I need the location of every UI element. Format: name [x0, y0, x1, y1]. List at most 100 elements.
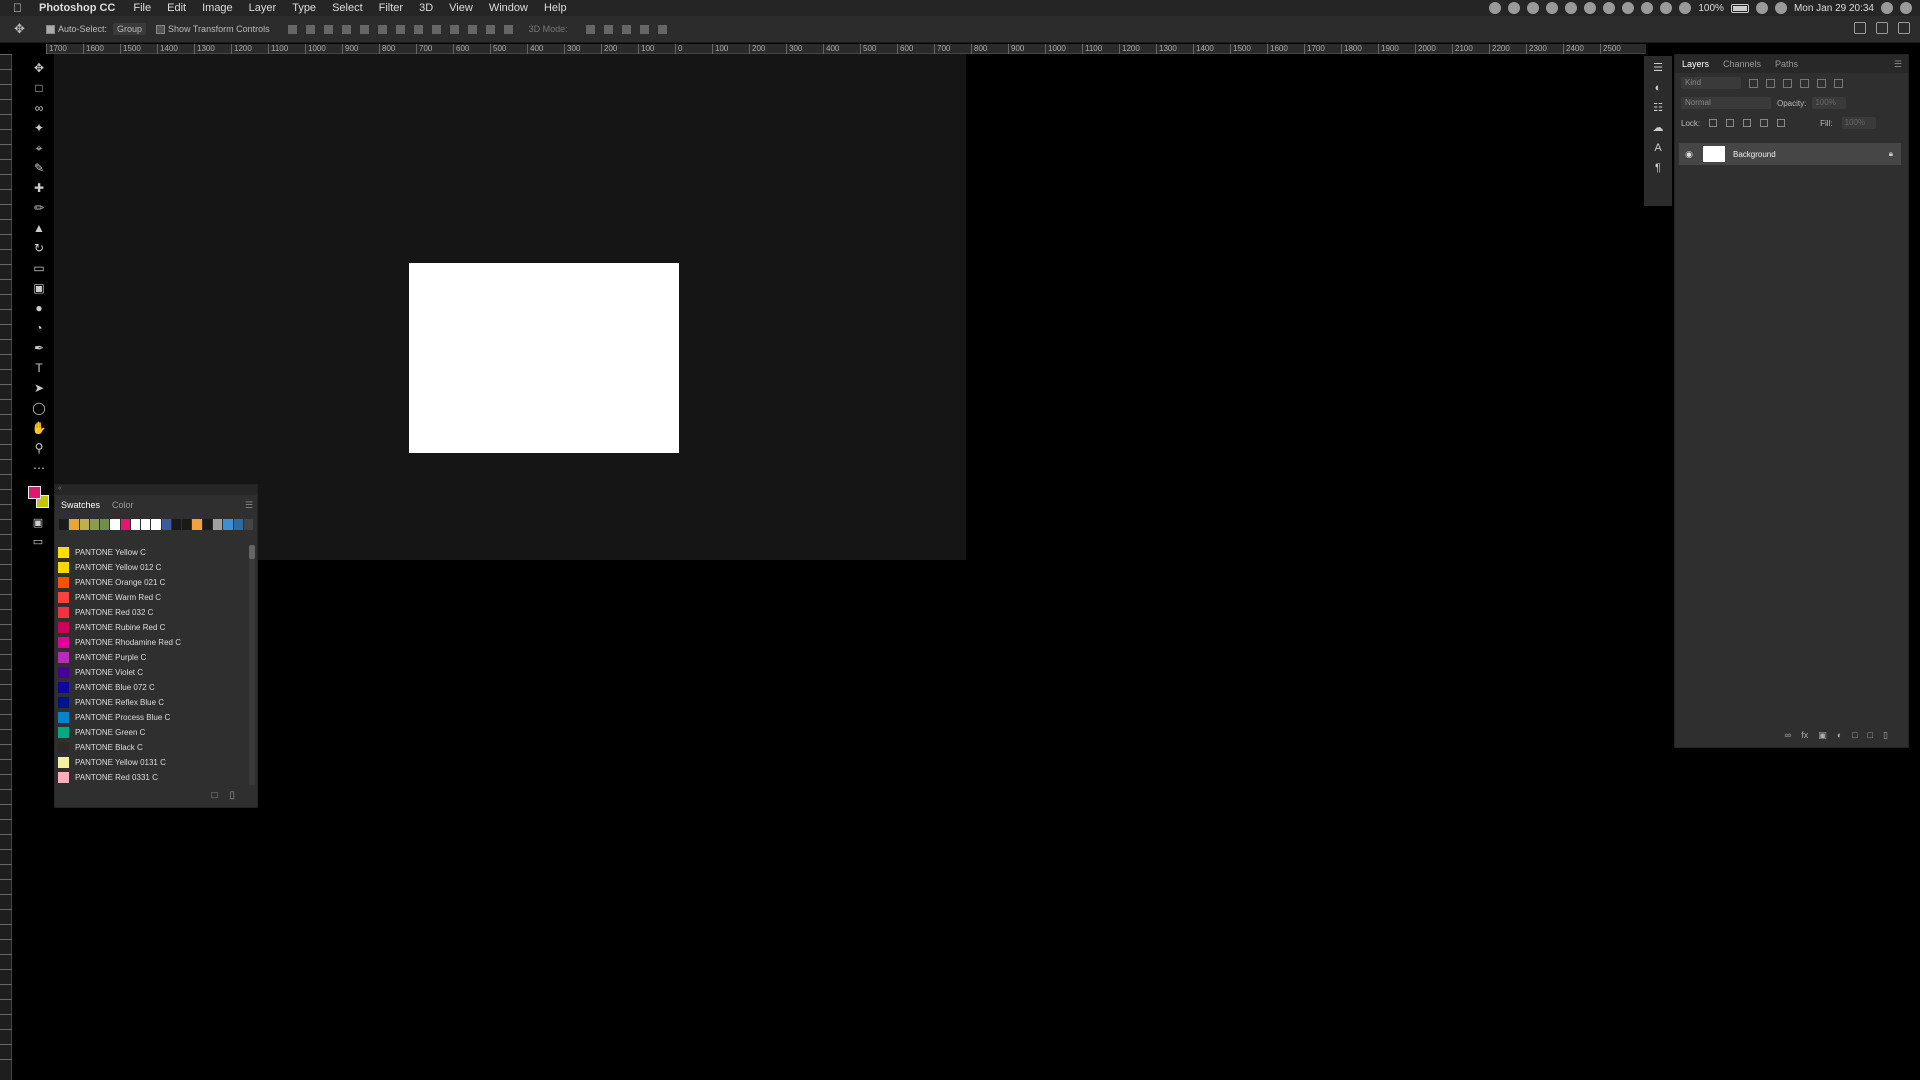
swatch-item[interactable]: PANTONE Orange 021 C: [55, 575, 251, 590]
show-transform-controls-checkbox[interactable]: [156, 24, 166, 34]
layer-row[interactable]: ◉ Background 🔒︎: [1679, 143, 1901, 165]
magic-wand-tool-icon[interactable]: ✦: [30, 120, 48, 136]
hand-tool-icon[interactable]: ✋: [30, 420, 48, 436]
apple-icon[interactable]: : [13, 1, 29, 15]
lasso-tool-icon[interactable]: ∞: [30, 100, 48, 116]
adjustment-layer-icon[interactable]: ◐: [1837, 730, 1842, 741]
menu-edit[interactable]: Edit: [167, 2, 186, 14]
filter-shape-icon[interactable]: [1800, 78, 1809, 88]
recent-swatch[interactable]: [161, 519, 171, 530]
tab-color[interactable]: Color: [106, 500, 140, 510]
time-machine-icon[interactable]: [1660, 2, 1673, 14]
pen-tool-icon[interactable]: ✒: [30, 340, 48, 356]
recent-swatch[interactable]: [171, 519, 182, 530]
filter-type-icon[interactable]: [1783, 78, 1792, 88]
recent-swatch[interactable]: [89, 519, 100, 530]
paragraph-panel-icon[interactable]: ¶: [1651, 162, 1665, 175]
swatch-item[interactable]: PANTONE Black C: [55, 740, 251, 755]
swatch-scrollbar[interactable]: [249, 545, 255, 785]
swatch-item[interactable]: PANTONE Red 0331 C: [55, 770, 251, 785]
swatch-item[interactable]: PANTONE Purple C: [55, 650, 251, 665]
cloud-icon[interactable]: [1508, 2, 1521, 14]
menu-help[interactable]: Help: [544, 2, 567, 14]
app-name[interactable]: Photoshop CC: [39, 2, 115, 14]
swatch-item[interactable]: PANTONE Yellow 012 C: [55, 560, 251, 575]
dodge-tool-icon[interactable]: ◔: [30, 320, 48, 336]
recent-swatch[interactable]: [59, 519, 69, 530]
libraries-panel-icon[interactable]: ☁: [1651, 122, 1665, 135]
menu-window[interactable]: Window: [489, 2, 528, 14]
recent-swatch[interactable]: [243, 519, 254, 530]
distribute-top-icon[interactable]: [395, 24, 405, 34]
more-tools-icon[interactable]: ⋯: [30, 460, 48, 476]
swatch-item[interactable]: PANTONE Red 032 C: [55, 605, 251, 620]
align-right-icon[interactable]: [377, 24, 387, 34]
auto-select-checkbox[interactable]: [46, 24, 55, 34]
character-panel-icon[interactable]: A: [1651, 142, 1665, 155]
distribute-left-icon[interactable]: [449, 24, 459, 34]
distribute-vcenter-icon[interactable]: [413, 24, 423, 34]
filter-adjustment-icon[interactable]: [1766, 78, 1775, 88]
swatch-item[interactable]: PANTONE Yellow C: [55, 545, 251, 560]
auto-align-icon[interactable]: [503, 24, 513, 34]
healing-brush-tool-icon[interactable]: ✚: [30, 180, 48, 196]
moon-icon[interactable]: [1603, 2, 1616, 14]
workspace-icon[interactable]: [1876, 22, 1888, 34]
lock-transparent-icon[interactable]: [1709, 119, 1718, 127]
align-top-icon[interactable]: [287, 24, 297, 34]
history-panel-icon[interactable]: ☰: [1651, 62, 1665, 75]
sync-icon[interactable]: [1641, 2, 1654, 14]
foreground-color-swatch[interactable]: [28, 486, 41, 499]
swatch-item[interactable]: PANTONE Rubine Red C: [55, 620, 251, 635]
lock-icon[interactable]: 🔒︎: [1889, 149, 1893, 159]
panel-menu-icon[interactable]: ☰: [1894, 59, 1902, 70]
menu-filter[interactable]: Filter: [379, 2, 403, 14]
layer-mask-icon[interactable]: ▣: [1818, 730, 1827, 741]
adjustments-panel-icon[interactable]: ◐: [1651, 82, 1665, 95]
eraser-tool-icon[interactable]: ▭: [30, 260, 48, 276]
clone-stamp-tool-icon[interactable]: ▲: [30, 220, 48, 236]
filter-toggle-icon[interactable]: [1834, 78, 1843, 88]
lock-position-icon[interactable]: [1743, 119, 1752, 127]
recent-swatch[interactable]: [192, 519, 202, 530]
align-hcenter-icon[interactable]: [359, 24, 369, 34]
swatch-item[interactable]: PANTONE Warm Red C: [55, 590, 251, 605]
zoom-tool-icon[interactable]: ⚲: [30, 440, 48, 456]
panel-menu-icon[interactable]: ☰: [245, 500, 253, 511]
recent-swatch[interactable]: [212, 519, 223, 530]
swatch-item[interactable]: PANTONE Reflex Blue C: [55, 695, 251, 710]
share-icon[interactable]: [1898, 22, 1910, 34]
tab-channels[interactable]: Channels: [1716, 59, 1768, 69]
status-dot-icon[interactable]: [1584, 2, 1597, 14]
align-left-icon[interactable]: [341, 24, 351, 34]
move-tool-preset-icon[interactable]: ✥: [0, 21, 36, 37]
layer-style-icon[interactable]: fx: [1801, 730, 1808, 741]
new-layer-icon[interactable]: □: [1868, 730, 1873, 741]
recent-swatch[interactable]: [79, 519, 89, 530]
lock-artboard-icon[interactable]: [1760, 119, 1769, 127]
horizontal-ruler[interactable]: 1700 1600 1500 1400 1300 1200 1100 1000 900 800 70…: [46, 44, 1646, 54]
battery-icon[interactable]: [1730, 3, 1749, 13]
recent-swatch[interactable]: [100, 519, 110, 530]
swatch-item[interactable]: PANTONE Violet C: [55, 665, 251, 680]
blur-tool-icon[interactable]: ●: [30, 300, 48, 316]
layer-name[interactable]: Background: [1733, 150, 1776, 159]
history-brush-tool-icon[interactable]: ↻: [30, 240, 48, 256]
swatch-item[interactable]: PANTONE Rhodamine Red C: [55, 635, 251, 650]
opacity-input[interactable]: 100%: [1812, 97, 1847, 109]
creative-cloud-icon[interactable]: [1622, 2, 1635, 14]
recent-swatch[interactable]: [110, 519, 120, 530]
screen-mode-icon[interactable]: ▭: [33, 535, 43, 548]
distribute-hcenter-icon[interactable]: [467, 24, 477, 34]
lock-all-icon[interactable]: [1777, 119, 1786, 127]
volume-icon[interactable]: [1679, 2, 1692, 14]
blend-mode-dropdown[interactable]: Normal: [1681, 97, 1771, 109]
recent-swatch[interactable]: [120, 519, 130, 530]
auto-select-dropdown[interactable]: Group: [113, 23, 147, 35]
properties-panel-icon[interactable]: ☷: [1651, 102, 1665, 115]
type-tool-icon[interactable]: T: [30, 360, 48, 376]
layer-kind-filter[interactable]: Kind: [1681, 77, 1741, 89]
marquee-tool-icon[interactable]: □: [30, 80, 48, 96]
3d-drag-icon[interactable]: [621, 24, 631, 34]
menu-3d[interactable]: 3D: [419, 2, 433, 14]
